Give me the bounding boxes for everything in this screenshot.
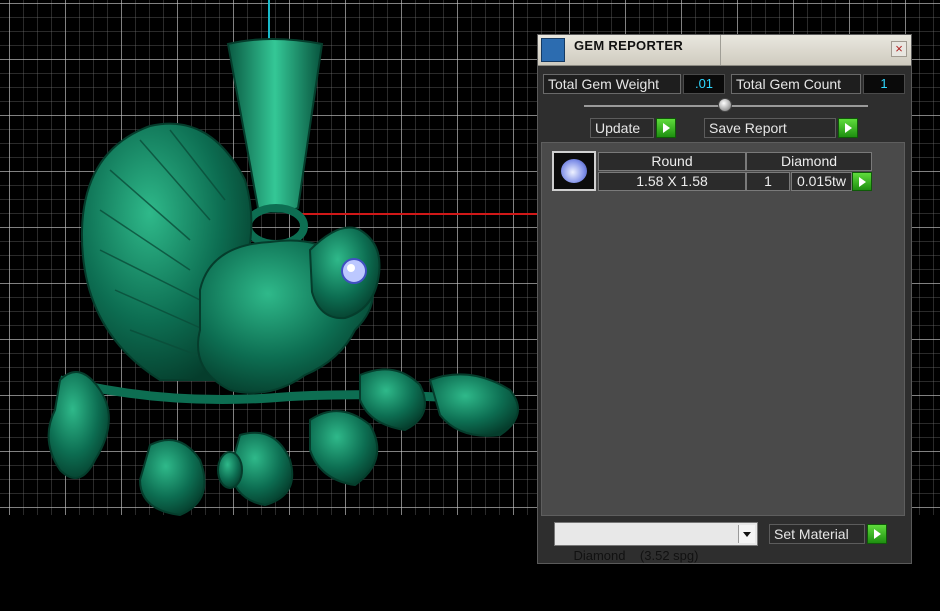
gem-weight-cell: 0.015tw <box>791 172 852 191</box>
column-header-material: Diamond <box>746 152 872 171</box>
app-icon <box>541 38 565 62</box>
update-go-icon[interactable] <box>656 118 676 138</box>
total-gem-count-value: 1 <box>863 74 905 94</box>
set-material-go-icon[interactable] <box>867 524 887 544</box>
close-icon[interactable]: × <box>891 41 907 57</box>
material-select-value: Diamond (3.52 spg) <box>573 548 699 563</box>
total-gem-weight-value: .01 <box>683 74 725 94</box>
save-report-button[interactable]: Save Report <box>704 118 836 138</box>
gem-eye <box>341 258 367 284</box>
titlebar-divider <box>720 35 721 65</box>
dropdown-arrow-icon[interactable] <box>738 525 755 543</box>
material-select[interactable]: Diamond (3.52 spg) <box>554 522 758 563</box>
gem-thumbnail-icon[interactable] <box>552 151 596 191</box>
round-gem-shape <box>561 159 587 183</box>
set-material-button[interactable]: Set Material <box>769 524 865 544</box>
gem-qty-cell: 1 <box>746 172 790 191</box>
panel-title: GEM REPORTER <box>574 38 684 53</box>
gem-reporter-panel: GEM REPORTER × Total Gem Weight .01 Tota… <box>537 34 912 564</box>
report-list[interactable]: Round Diamond 1.58 X 1.58 1 0.015tw <box>541 142 905 516</box>
save-report-go-icon[interactable] <box>838 118 858 138</box>
gem-row-go-icon[interactable] <box>852 172 872 191</box>
slider-thumb[interactable] <box>718 98 732 112</box>
total-gem-count-label: Total Gem Count <box>731 74 861 94</box>
gem-size-cell: 1.58 X 1.58 <box>598 172 746 191</box>
panel-titlebar[interactable]: GEM REPORTER × <box>538 35 911 66</box>
column-header-shape: Round <box>598 152 746 171</box>
squirrel-pendant-model[interactable] <box>40 30 540 530</box>
update-button[interactable]: Update <box>590 118 654 138</box>
total-gem-weight-label: Total Gem Weight <box>543 74 681 94</box>
